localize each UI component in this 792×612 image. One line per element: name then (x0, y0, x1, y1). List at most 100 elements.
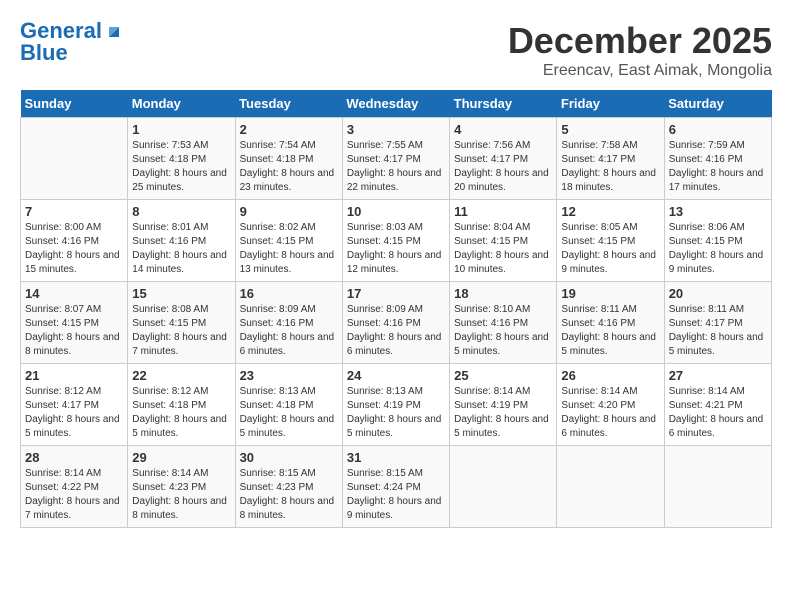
calendar-week-2: 7 Sunrise: 8:00 AMSunset: 4:16 PMDaylight… (21, 200, 772, 282)
weekday-header-sunday: Sunday (21, 90, 128, 118)
calendar-cell: 14 Sunrise: 8:07 AMSunset: 4:15 PMDayligh… (21, 282, 128, 364)
day-info: Sunrise: 8:07 AMSunset: 4:15 PMDaylight:… (25, 303, 123, 359)
day-info: Sunrise: 7:59 AMSunset: 4:16 PMDaylight:… (669, 139, 767, 195)
day-number: 30 (240, 450, 338, 465)
day-info: Sunrise: 8:15 AMSunset: 4:23 PMDaylight:… (240, 467, 338, 523)
day-info: Sunrise: 7:54 AMSunset: 4:18 PMDaylight:… (240, 139, 338, 195)
day-number: 1 (132, 122, 230, 137)
page-header: General Blue December 2025 Ereencav, Eas… (20, 20, 772, 80)
day-info: Sunrise: 8:03 AMSunset: 4:15 PMDaylight:… (347, 221, 445, 277)
calendar-cell: 6 Sunrise: 7:59 AMSunset: 4:16 PMDaylight… (664, 118, 771, 200)
day-info: Sunrise: 8:06 AMSunset: 4:15 PMDaylight:… (669, 221, 767, 277)
day-number: 2 (240, 122, 338, 137)
day-info: Sunrise: 8:10 AMSunset: 4:16 PMDaylight:… (454, 303, 552, 359)
calendar-cell: 8Sunrise: 8:01 AMSunset: 4:16 PMDaylight… (128, 200, 235, 282)
calendar-week-1: 1 Sunrise: 7:53 AMSunset: 4:18 PMDaylight… (21, 118, 772, 200)
calendar-cell: 5 Sunrise: 7:58 AMSunset: 4:17 PMDaylight… (557, 118, 664, 200)
calendar-cell: 22 Sunrise: 8:12 AMSunset: 4:18 PMDayligh… (128, 364, 235, 446)
logo-text: General (20, 20, 102, 42)
day-number: 21 (25, 368, 123, 383)
calendar-cell: 30 Sunrise: 8:15 AMSunset: 4:23 PMDayligh… (235, 446, 342, 528)
day-info: Sunrise: 8:12 AMSunset: 4:18 PMDaylight:… (132, 385, 230, 441)
page-title: December 2025 (508, 20, 772, 62)
day-number: 3 (347, 122, 445, 137)
calendar-cell: 29 Sunrise: 8:14 AMSunset: 4:23 PMDayligh… (128, 446, 235, 528)
weekday-header-friday: Friday (557, 90, 664, 118)
day-number: 28 (25, 450, 123, 465)
day-number: 24 (347, 368, 445, 383)
calendar-table: SundayMondayTuesdayWednesdayThursdayFrid… (20, 90, 772, 528)
calendar-cell: 25Sunrise: 8:14 AMSunset: 4:19 PMDayligh… (450, 364, 557, 446)
calendar-cell: 1 Sunrise: 7:53 AMSunset: 4:18 PMDaylight… (128, 118, 235, 200)
day-number: 27 (669, 368, 767, 383)
calendar-cell: 9Sunrise: 8:02 AMSunset: 4:15 PMDaylight… (235, 200, 342, 282)
day-info: Sunrise: 8:12 AMSunset: 4:17 PMDaylight:… (25, 385, 123, 441)
day-number: 14 (25, 286, 123, 301)
calendar-cell: 3 Sunrise: 7:55 AMSunset: 4:17 PMDaylight… (342, 118, 449, 200)
calendar-cell (450, 446, 557, 528)
calendar-week-4: 21 Sunrise: 8:12 AMSunset: 4:17 PMDayligh… (21, 364, 772, 446)
day-number: 6 (669, 122, 767, 137)
day-info: Sunrise: 8:11 AMSunset: 4:17 PMDaylight:… (669, 303, 767, 359)
logo-blue: Blue (20, 40, 68, 65)
calendar-cell: 16 Sunrise: 8:09 AMSunset: 4:16 PMDayligh… (235, 282, 342, 364)
day-info: Sunrise: 8:11 AMSunset: 4:16 PMDaylight:… (561, 303, 659, 359)
day-number: 23 (240, 368, 338, 383)
day-info: Sunrise: 8:14 AMSunset: 4:22 PMDaylight:… (25, 467, 123, 523)
day-info: Sunrise: 7:53 AMSunset: 4:18 PMDaylight:… (132, 139, 230, 195)
day-info: Sunrise: 8:09 AMSunset: 4:16 PMDaylight:… (240, 303, 338, 359)
day-info: Sunrise: 8:15 AMSunset: 4:24 PMDaylight:… (347, 467, 445, 523)
calendar-cell: 12Sunrise: 8:05 AMSunset: 4:15 PMDayligh… (557, 200, 664, 282)
day-number: 5 (561, 122, 659, 137)
day-info: Sunrise: 8:02 AMSunset: 4:15 PMDaylight:… (240, 221, 338, 277)
day-number: 4 (454, 122, 552, 137)
day-number: 20 (669, 286, 767, 301)
day-number: 15 (132, 286, 230, 301)
weekday-header-tuesday: Tuesday (235, 90, 342, 118)
calendar-cell: 21 Sunrise: 8:12 AMSunset: 4:17 PMDayligh… (21, 364, 128, 446)
calendar-cell: 15Sunrise: 8:08 AMSunset: 4:15 PMDayligh… (128, 282, 235, 364)
weekday-header-monday: Monday (128, 90, 235, 118)
day-info: Sunrise: 8:04 AMSunset: 4:15 PMDaylight:… (454, 221, 552, 277)
calendar-cell: 4Sunrise: 7:56 AMSunset: 4:17 PMDaylight… (450, 118, 557, 200)
day-info: Sunrise: 8:14 AMSunset: 4:21 PMDaylight:… (669, 385, 767, 441)
calendar-week-3: 14 Sunrise: 8:07 AMSunset: 4:15 PMDayligh… (21, 282, 772, 364)
calendar-cell: 28 Sunrise: 8:14 AMSunset: 4:22 PMDayligh… (21, 446, 128, 528)
day-number: 7 (25, 204, 123, 219)
calendar-cell: 13 Sunrise: 8:06 AMSunset: 4:15 PMDayligh… (664, 200, 771, 282)
day-number: 29 (132, 450, 230, 465)
calendar-cell (557, 446, 664, 528)
day-number: 13 (669, 204, 767, 219)
calendar-week-5: 28 Sunrise: 8:14 AMSunset: 4:22 PMDayligh… (21, 446, 772, 528)
day-number: 26 (561, 368, 659, 383)
day-number: 18 (454, 286, 552, 301)
calendar-header-row: SundayMondayTuesdayWednesdayThursdayFrid… (21, 90, 772, 118)
calendar-cell: 20 Sunrise: 8:11 AMSunset: 4:17 PMDayligh… (664, 282, 771, 364)
day-info: Sunrise: 8:09 AMSunset: 4:16 PMDaylight:… (347, 303, 445, 359)
day-number: 11 (454, 204, 552, 219)
weekday-header-wednesday: Wednesday (342, 90, 449, 118)
calendar-cell: 24Sunrise: 8:13 AMSunset: 4:19 PMDayligh… (342, 364, 449, 446)
calendar-cell: 19 Sunrise: 8:11 AMSunset: 4:16 PMDayligh… (557, 282, 664, 364)
day-info: Sunrise: 8:14 AMSunset: 4:23 PMDaylight:… (132, 467, 230, 523)
calendar-cell: 27 Sunrise: 8:14 AMSunset: 4:21 PMDayligh… (664, 364, 771, 446)
day-info: Sunrise: 7:58 AMSunset: 4:17 PMDaylight:… (561, 139, 659, 195)
day-number: 8 (132, 204, 230, 219)
day-number: 17 (347, 286, 445, 301)
day-info: Sunrise: 8:05 AMSunset: 4:15 PMDaylight:… (561, 221, 659, 277)
title-block: December 2025 Ereencav, East Aimak, Mong… (508, 20, 772, 80)
day-number: 25 (454, 368, 552, 383)
day-info: Sunrise: 7:55 AMSunset: 4:17 PMDaylight:… (347, 139, 445, 195)
day-info: Sunrise: 8:13 AMSunset: 4:18 PMDaylight:… (240, 385, 338, 441)
logo-icon (104, 19, 124, 39)
day-number: 19 (561, 286, 659, 301)
logo: General Blue (20, 20, 124, 65)
weekday-header-saturday: Saturday (664, 90, 771, 118)
calendar-cell: 31Sunrise: 8:15 AMSunset: 4:24 PMDayligh… (342, 446, 449, 528)
calendar-cell: 11 Sunrise: 8:04 AMSunset: 4:15 PMDayligh… (450, 200, 557, 282)
day-info: Sunrise: 8:00 AMSunset: 4:16 PMDaylight:… (25, 221, 123, 277)
day-number: 16 (240, 286, 338, 301)
calendar-cell (664, 446, 771, 528)
day-number: 22 (132, 368, 230, 383)
weekday-header-thursday: Thursday (450, 90, 557, 118)
